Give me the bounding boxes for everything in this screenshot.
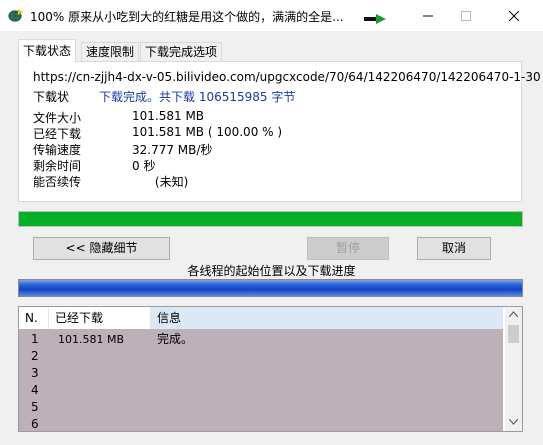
maximize-icon (461, 10, 471, 21)
tab-completion-options[interactable]: 下载完成选项 (140, 42, 223, 61)
cell-n: 6 (31, 417, 39, 431)
table-row[interactable]: 4 (19, 382, 503, 399)
window-title: 100% 原来从小吃到大的红糖是用这个做的，满满的全是... (30, 10, 344, 24)
cell-n: 2 (31, 349, 39, 363)
close-icon (509, 10, 519, 21)
info-value: 32.777 MB/秒 (132, 143, 213, 157)
cell-n: 4 (31, 383, 39, 397)
info-value: 101.581 MB (132, 109, 205, 123)
progress-fill (19, 212, 522, 226)
info-value: (未知) (132, 175, 189, 189)
scroll-up-icon[interactable] (509, 311, 518, 317)
close-button[interactable] (491, 0, 537, 31)
app-globe-icon (8, 9, 23, 22)
status-panel: https://cn-zjjh4-dx-v-05.bilivideo.com/u… (18, 61, 541, 202)
table-body: 1 101.581 MB 完成。 2 3 4 5 6 (19, 329, 503, 431)
tab-download-status[interactable]: 下载状态 (18, 39, 77, 62)
table-row[interactable]: 6 (19, 416, 503, 431)
info-label: 传输速度 (33, 143, 82, 157)
title-bar: 100% 原来从小吃到大的红糖是用这个做的，满满的全是... (0, 0, 543, 31)
green-arrow-icon (364, 14, 386, 24)
info-value: 0 秒 (132, 159, 156, 173)
threads-progress-bar (18, 279, 523, 297)
column-header-n[interactable]: N. (19, 307, 49, 329)
column-header-info[interactable]: 信息 (151, 307, 503, 329)
info-label: 剩余时间 (33, 159, 82, 173)
overall-progress-bar (18, 211, 523, 227)
table-row[interactable]: 1 101.581 MB 完成。 (19, 331, 503, 348)
cell-n: 1 (31, 332, 39, 346)
info-label: 已经下载 (33, 127, 82, 141)
tab-speed-limit[interactable]: 速度限制 (81, 42, 140, 61)
hide-details-button[interactable]: << 隐藏细节 (33, 237, 170, 260)
threads-caption: 各线程的起始位置以及下载进度 (187, 264, 356, 278)
info-label: 能否续传 (33, 175, 82, 189)
table-header: N. 已经下载 信息 (19, 307, 503, 329)
table-row[interactable]: 3 (19, 365, 503, 382)
vertical-scrollbar[interactable] (505, 307, 522, 431)
pause-button[interactable]: 暂停 (307, 237, 389, 260)
cell-downloaded: 101.581 MB (58, 333, 125, 346)
threads-table[interactable]: N. 已经下载 信息 1 101.581 MB 完成。 2 3 4 5 6 (18, 306, 523, 432)
cell-n: 3 (31, 366, 39, 380)
scroll-down-icon[interactable] (509, 419, 518, 425)
cell-info: 完成。 (157, 332, 194, 346)
info-label: 文件大小 (33, 111, 82, 125)
scrollbar-thumb[interactable] (508, 325, 519, 343)
table-row[interactable]: 5 (19, 399, 503, 416)
status-value: 下载完成。共下载 106515985 字节 (99, 90, 296, 104)
cancel-button[interactable]: 取消 (417, 237, 491, 260)
download-url: https://cn-zjjh4-dx-v-05.bilivideo.com/u… (33, 70, 541, 84)
info-value: 101.581 MB ( 100.00 % ) (132, 125, 283, 139)
table-row[interactable]: 2 (19, 348, 503, 365)
cell-n: 5 (31, 400, 39, 414)
column-header-downloaded[interactable]: 已经下载 (49, 307, 151, 329)
status-label: 下载状 (33, 90, 70, 104)
minimize-icon (423, 15, 433, 16)
maximize-button[interactable] (443, 0, 489, 31)
